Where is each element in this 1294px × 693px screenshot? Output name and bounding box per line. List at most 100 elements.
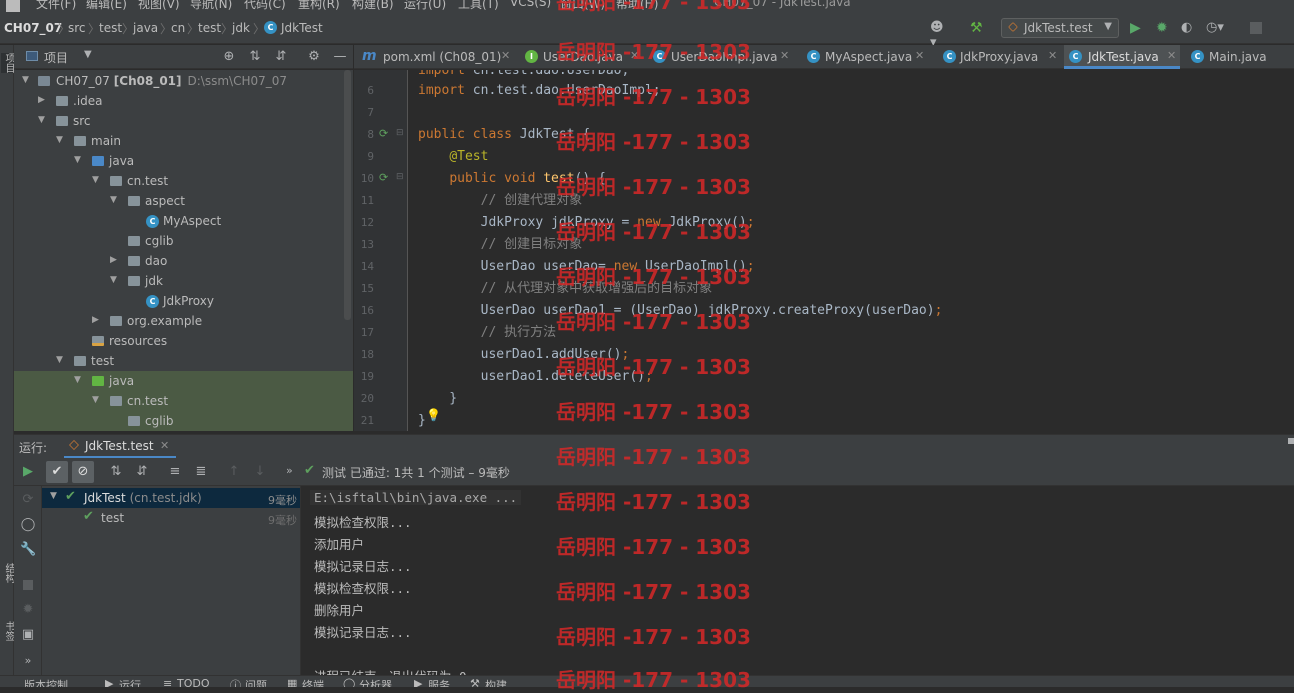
menu-refactor[interactable]: 重构(R) bbox=[298, 0, 340, 12]
tool-build[interactable]: 构建 bbox=[485, 677, 507, 687]
tree-node-cglib[interactable]: cglib bbox=[14, 231, 353, 251]
run-test-gutter-icon[interactable]: ⟳ bbox=[379, 127, 392, 140]
menu-window[interactable]: 窗口(W) bbox=[560, 0, 605, 12]
camera-icon[interactable]: ▣ bbox=[20, 627, 36, 643]
chevron-down-icon[interactable]: ▼ bbox=[110, 195, 120, 205]
stop-icon[interactable] bbox=[23, 580, 33, 590]
wrench-icon[interactable]: 🔧 bbox=[20, 542, 36, 558]
test-row-jdktest[interactable]: ▼ ✔ JdkTest (cn.test.jdk) 9毫秒 bbox=[42, 488, 300, 508]
more-chevron-icon[interactable]: » bbox=[286, 464, 293, 477]
tab-main[interactable]: C Main.java bbox=[1188, 45, 1294, 69]
tree-node-test[interactable]: ▼ test bbox=[14, 351, 353, 371]
menu-code[interactable]: 代码(C) bbox=[244, 0, 286, 12]
tab-userdaoimpl[interactable]: C UserDaoImpl.java ✕ bbox=[650, 45, 794, 69]
tab-jdkproxy[interactable]: C JdkProxy.java ✕ bbox=[940, 45, 1060, 69]
sort-duration-icon[interactable]: ⇵ bbox=[134, 464, 150, 480]
tree-node-dao[interactable]: ▶ dao bbox=[14, 251, 353, 271]
collapse-all-icon[interactable]: ⇵ bbox=[273, 49, 289, 65]
tab-userdao[interactable]: I UserDao.java ✕ bbox=[522, 45, 646, 69]
chevron-down-icon[interactable]: ▼ bbox=[56, 135, 66, 145]
tree-node-idea[interactable]: ▶ .idea bbox=[14, 91, 353, 111]
tree-node-aspect[interactable]: ▼ aspect bbox=[14, 191, 353, 211]
toggle-auto-test-icon[interactable]: ◯ bbox=[20, 517, 36, 533]
tree-node-test-java[interactable]: ▼ java bbox=[14, 371, 353, 391]
tool-profiler[interactable]: 分析器 bbox=[359, 677, 392, 687]
coverage-icon[interactable]: ◐ bbox=[1181, 20, 1197, 36]
expand-all-icon[interactable]: ≡ bbox=[167, 464, 183, 480]
tree-node-resources[interactable]: resources bbox=[14, 331, 353, 351]
breadcrumb-java[interactable]: java bbox=[133, 21, 158, 35]
tool-todo[interactable]: TODO bbox=[177, 677, 210, 687]
show-ignored-toggle[interactable]: ⊘ bbox=[72, 461, 94, 483]
tree-node-myaspect[interactable]: C MyAspect bbox=[14, 211, 353, 231]
tree-node-jdkproxy[interactable]: C JdkProxy bbox=[14, 291, 353, 311]
locate-icon[interactable]: ⊕ bbox=[221, 49, 237, 65]
tool-version-control[interactable]: 版本控制 bbox=[24, 677, 68, 687]
more-chevron-icon[interactable]: » bbox=[20, 653, 36, 669]
tree-node-src[interactable]: ▼ src bbox=[14, 111, 353, 131]
close-icon[interactable]: ✕ bbox=[915, 49, 924, 62]
tree-node-main[interactable]: ▼ main bbox=[14, 131, 353, 151]
close-icon[interactable]: ✕ bbox=[501, 49, 510, 62]
tree-node-cn-test[interactable]: ▼ cn.test bbox=[14, 171, 353, 191]
tool-run[interactable]: 运行 bbox=[119, 677, 141, 687]
next-failed-icon[interactable]: ↓ bbox=[252, 464, 268, 480]
chevron-down-icon[interactable]: ▼ bbox=[74, 155, 84, 165]
menu-view[interactable]: 视图(V) bbox=[138, 0, 180, 12]
menu-help[interactable]: 帮助(H) bbox=[616, 0, 658, 12]
menu-edit[interactable]: 编辑(E) bbox=[86, 0, 127, 12]
chevron-down-icon[interactable]: ▼ bbox=[38, 115, 48, 125]
profile-icon[interactable]: ◷▾ bbox=[1206, 20, 1224, 36]
console-output[interactable]: E:\isftall\bin\java.exe ... 模拟检查权限... 添加… bbox=[302, 486, 1294, 675]
project-tree-scrollbar[interactable] bbox=[344, 70, 351, 320]
sort-alpha-icon[interactable]: ⇅ bbox=[108, 464, 124, 480]
show-passed-toggle[interactable]: ✔ bbox=[46, 461, 68, 483]
chevron-down-icon[interactable]: ▼ bbox=[56, 355, 66, 365]
rerun-icon[interactable]: ▶ bbox=[20, 464, 36, 480]
tree-node-module[interactable]: ▼ CH07_07 [Ch08_01] D:\ssm\CH07_07 bbox=[14, 71, 353, 91]
fold-icon[interactable]: ⊟ bbox=[396, 128, 404, 138]
chevron-right-icon[interactable]: ▶ bbox=[92, 315, 102, 325]
more-icon[interactable] bbox=[1288, 438, 1294, 444]
tree-node-jdk[interactable]: ▼ jdk bbox=[14, 271, 353, 291]
tab-myaspect[interactable]: C MyAspect.java ✕ bbox=[804, 45, 928, 69]
tree-node-test-cglib[interactable]: cglib bbox=[14, 411, 353, 431]
build-hammer-icon[interactable]: ⚒ bbox=[970, 20, 986, 36]
close-icon[interactable]: ✕ bbox=[630, 49, 639, 62]
tree-node-test-cn-test[interactable]: ▼ cn.test bbox=[14, 391, 353, 411]
close-icon[interactable]: ✕ bbox=[1167, 49, 1176, 62]
breadcrumb-project[interactable]: CH07_07 bbox=[4, 21, 62, 35]
tool-problems[interactable]: 问题 bbox=[245, 677, 267, 687]
run-configuration-select[interactable]: JdkTest.test ▼ bbox=[1001, 18, 1119, 38]
run-tab-jdktest[interactable]: JdkTest.test ✕ bbox=[64, 435, 176, 459]
project-panel-title[interactable]: 项目 bbox=[44, 49, 68, 66]
debug-icon[interactable]: ✹ bbox=[20, 602, 36, 618]
chevron-down-icon[interactable]: ▼ bbox=[50, 491, 57, 501]
chevron-down-icon[interactable]: ▼ bbox=[74, 375, 84, 385]
debug-icon[interactable]: ✹ bbox=[1156, 20, 1172, 36]
previous-failed-icon[interactable]: ↑ bbox=[226, 464, 242, 480]
menu-run[interactable]: 运行(U) bbox=[404, 0, 446, 12]
chevron-right-icon[interactable]: ▶ bbox=[110, 255, 120, 265]
tab-pom-xml[interactable]: m pom.xml (Ch08_01) ✕ bbox=[358, 45, 516, 69]
gear-icon[interactable]: ⚙ bbox=[306, 49, 322, 65]
menu-tools[interactable]: 工具(T) bbox=[458, 0, 499, 12]
menu-vcs[interactable]: VCS(S) bbox=[510, 0, 551, 9]
stop-icon[interactable] bbox=[1250, 22, 1262, 34]
tool-services[interactable]: 服务 bbox=[428, 677, 450, 687]
chevron-down-icon[interactable]: ▼ bbox=[92, 175, 102, 185]
chevron-right-icon[interactable]: ▶ bbox=[38, 95, 48, 105]
close-icon[interactable]: ✕ bbox=[160, 439, 169, 452]
menu-build[interactable]: 构建(B) bbox=[352, 0, 394, 12]
close-icon[interactable]: ✕ bbox=[1048, 49, 1057, 62]
chevron-down-icon[interactable]: ▼ bbox=[84, 49, 92, 60]
fold-icon[interactable]: ⊟ bbox=[396, 172, 404, 182]
chevron-down-icon[interactable]: ▼ bbox=[92, 395, 102, 405]
lightbulb-icon[interactable]: 💡 bbox=[426, 408, 441, 422]
breadcrumb-jdktest[interactable]: JdkTest bbox=[281, 21, 323, 35]
breadcrumb-test[interactable]: test bbox=[99, 21, 122, 35]
rerun-failed-icon[interactable]: ⟳ bbox=[20, 492, 36, 508]
breadcrumb-src[interactable]: src bbox=[68, 21, 86, 35]
hide-icon[interactable]: — bbox=[332, 49, 348, 65]
collapse-all-icon[interactable]: ≣ bbox=[193, 464, 209, 480]
